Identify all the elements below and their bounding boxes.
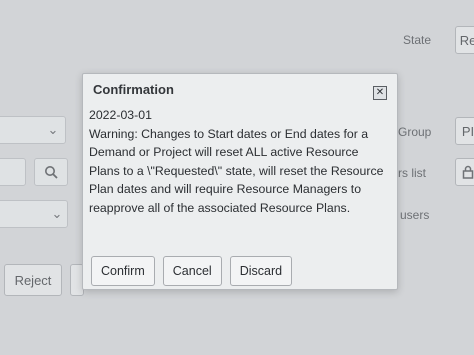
dialog-message: Warning: Changes to Start dates or End d…	[89, 126, 384, 215]
dialog-title: Confirmation	[93, 82, 174, 97]
cancel-button[interactable]: Cancel	[162, 256, 222, 286]
dialog-button-row: Confirm Cancel Discard	[91, 256, 293, 286]
dialog-body: 2022-03-01 Warning: Changes to Start dat…	[89, 106, 389, 217]
discard-button[interactable]: Discard	[229, 256, 293, 286]
confirm-button[interactable]: Confirm	[91, 256, 155, 286]
confirmation-dialog: Confirmation ✕ 2022-03-01 Warning: Chang…	[82, 73, 398, 290]
close-icon: ✕	[375, 87, 385, 98]
close-button[interactable]: ✕	[373, 86, 387, 100]
dialog-date: 2022-03-01	[89, 108, 152, 122]
